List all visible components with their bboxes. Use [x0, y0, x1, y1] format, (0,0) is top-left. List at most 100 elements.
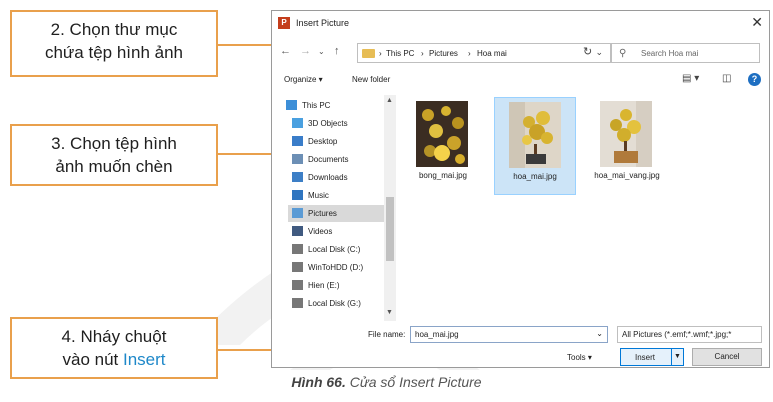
callout-step2-line1: 2. Chọn thư mục [50, 20, 178, 39]
sidebar-item-label: Desktop [308, 137, 338, 146]
breadcrumb-sep-icon: › [421, 49, 424, 58]
file-list: bong_mai.jpg hoa_mai.jpg hoa_mai_vang.jp… [398, 95, 763, 321]
callout-step2: 2. Chọn thư mục chứa tệp hình ảnh [10, 10, 218, 77]
file-name-value: hoa_mai.jpg [415, 330, 459, 339]
sidebar-item[interactable]: Videos [288, 223, 384, 240]
computer-icon [286, 100, 297, 110]
pictures-icon [292, 208, 303, 218]
tools-label: Tools [567, 353, 586, 362]
sidebar-item-label: Pictures [308, 209, 337, 218]
sidebar-item[interactable]: WinToHDD (D:) [288, 259, 384, 276]
callout-step2-line2: chứa tệp hình ảnh [44, 43, 184, 62]
sidebar-item[interactable]: Desktop [288, 133, 384, 150]
chevron-down-icon[interactable]: ⌄ [596, 329, 603, 338]
sidebar-item-label: This PC [302, 101, 331, 110]
caption-number: Hình 66. [291, 374, 346, 390]
sidebar-item[interactable]: Pictures [288, 205, 384, 222]
scroll-down-icon[interactable]: ▼ [386, 309, 393, 316]
sidebar-item-label: WinToHDD (D:) [308, 263, 364, 272]
file-name-input[interactable]: hoa_mai.jpg ⌄ [410, 326, 608, 343]
search-box[interactable]: ⚲ Search Hoa mai [610, 43, 760, 63]
breadcrumb-sep-icon: › [379, 49, 382, 58]
file-name: bong_mai.jpg [418, 171, 468, 180]
caption-text: Cửa sổ Insert Picture [345, 374, 482, 390]
back-arrow-icon[interactable]: ← [280, 45, 291, 57]
cube-icon [292, 118, 303, 128]
callout-step3: 3. Chọn tệp hình ảnh muốn chèn [10, 124, 218, 186]
view-options-icon[interactable]: ▤ ▾ [682, 73, 699, 84]
tools-button[interactable]: Tools ▾ [567, 353, 592, 362]
drive-icon [292, 244, 303, 254]
sidebar-item[interactable]: Downloads [288, 169, 384, 186]
sidebar-item[interactable]: This PC [286, 97, 384, 114]
up-arrow-icon[interactable]: ↑ [334, 45, 340, 57]
refresh-icon[interactable]: ↻ [583, 45, 592, 58]
close-icon[interactable]: ✕ [751, 14, 763, 31]
breadcrumb-hoa-mai[interactable]: Hoa mai [477, 49, 507, 58]
dialog-title: Insert Picture [296, 18, 350, 28]
sidebar-item-label: Local Disk (G:) [308, 299, 361, 308]
drive-icon [292, 280, 303, 290]
cancel-button[interactable]: Cancel [692, 348, 762, 366]
dialog-footer: File name: hoa_mai.jpg ⌄ All Pictures (*… [272, 323, 769, 369]
scroll-thumb[interactable] [386, 197, 394, 261]
sidebar-item[interactable]: Hien (E:) [288, 277, 384, 294]
breadcrumb-sep-icon: › [468, 49, 471, 58]
insert-dropdown-icon[interactable]: ▼ [674, 353, 681, 360]
sidebar-item-label: Downloads [308, 173, 348, 182]
videos-icon [292, 226, 303, 236]
title-bar: P Insert Picture ✕ [272, 11, 769, 35]
navigation-pane: ▲ ▼ This PC 3D Objects Desktop Documents Dow… [282, 95, 396, 321]
documents-icon [292, 154, 303, 164]
chevron-down-icon[interactable]: ⌄ [595, 47, 603, 58]
nav-scrollbar[interactable]: ▲ ▼ [384, 95, 396, 321]
sidebar-item-label: Local Disk (C:) [308, 245, 361, 254]
sidebar-item[interactable]: Music [288, 187, 384, 204]
sidebar-item[interactable]: 3D Objects [288, 115, 384, 132]
help-icon[interactable]: ? [748, 73, 761, 86]
toolbar: Organize ▾ New folder ▤ ▾ ◫ ? [272, 69, 769, 91]
recent-chevron-icon[interactable]: ⌄ [318, 47, 325, 56]
file-item-bong-mai[interactable]: bong_mai.jpg [402, 97, 484, 195]
photo-thumbnail-icon [416, 101, 468, 167]
sidebar-item[interactable]: Documents [288, 151, 384, 168]
preview-pane-icon[interactable]: ◫ [722, 73, 731, 84]
file-name: hoa_mai_vang.jpg [586, 171, 668, 180]
drive-icon [292, 298, 303, 308]
photo-thumbnail-icon [509, 102, 561, 168]
file-type-value: All Pictures (*.emf;*.wmf;*.jpg;* [622, 330, 732, 339]
callout-step3-line1: 3. Chọn tệp hình [51, 134, 177, 153]
forward-arrow-icon[interactable]: → [300, 45, 311, 57]
callout-step4-prefix: vào nút [62, 350, 123, 369]
insert-label: Insert [634, 353, 655, 362]
file-type-select[interactable]: All Pictures (*.emf;*.wmf;*.jpg;* [617, 326, 762, 343]
insert-picture-dialog: P Insert Picture ✕ ← → ⌄ ↑ › This PC › P… [271, 10, 770, 368]
callout-step3-line2: ảnh muốn chèn [55, 157, 173, 176]
desktop-icon [292, 136, 303, 146]
download-icon [292, 172, 303, 182]
file-item-hoa-mai[interactable]: hoa_mai.jpg [494, 97, 576, 195]
figure-caption: Hình 66. Cửa sổ Insert Picture [0, 374, 773, 390]
file-item-hoa-mai-vang[interactable]: hoa_mai_vang.jpg [586, 97, 668, 195]
navigation-bar: ← → ⌄ ↑ › This PC › Pictures › Hoa mai ⌄… [272, 41, 769, 65]
folder-icon [362, 49, 375, 58]
powerpoint-icon: P [278, 17, 290, 29]
insert-button[interactable]: Insert ▼ [620, 348, 684, 366]
address-bar[interactable]: › This PC › Pictures › Hoa mai ⌄ [357, 43, 612, 63]
search-icon: ⚲ [619, 48, 627, 59]
sidebar-item-label: Documents [308, 155, 349, 164]
music-icon [292, 190, 303, 200]
sidebar-item[interactable]: Local Disk (C:) [288, 241, 384, 258]
new-folder-button[interactable]: New folder [352, 75, 390, 84]
sidebar-item-label: 3D Objects [308, 119, 348, 128]
sidebar-item[interactable]: Local Disk (G:) [288, 295, 384, 312]
drive-icon [292, 262, 303, 272]
sidebar-item-label: Music [308, 191, 329, 200]
breadcrumb-this-pc[interactable]: This PC [386, 49, 414, 58]
scroll-up-icon[interactable]: ▲ [386, 97, 393, 104]
callout-step4: 4. Nháy chuột vào nút Insert [10, 317, 218, 379]
organize-button[interactable]: Organize ▾ [284, 75, 323, 84]
callout-step4-line2: vào nút Insert [16, 348, 212, 371]
breadcrumb-pictures[interactable]: Pictures [429, 49, 458, 58]
callout-step4-highlight: Insert [122, 350, 166, 369]
